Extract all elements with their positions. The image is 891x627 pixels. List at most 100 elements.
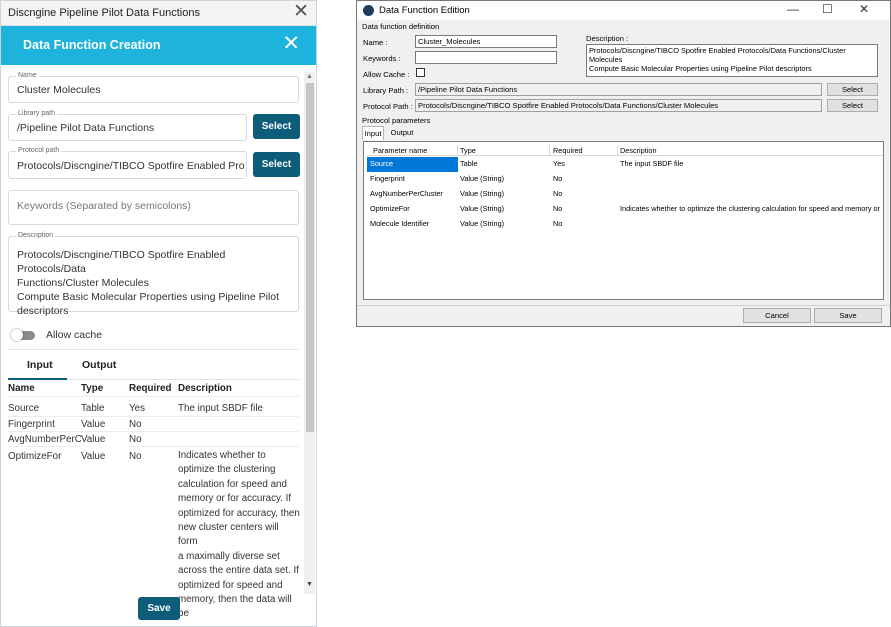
description-line: Protocols/Discngine/TIBCO Spotfire Enabl… — [17, 249, 226, 275]
minimize-icon[interactable]: — — [787, 2, 799, 16]
cell-required: No — [129, 451, 142, 462]
grid-row[interactable]: Fingerprint Value (String) No — [367, 172, 883, 187]
grid-row[interactable]: Source Table Yes The input SBDF file — [367, 157, 883, 172]
maximize-icon[interactable]: ☐ — [822, 2, 833, 16]
table-row[interactable]: Fingerprint Value No — [8, 417, 299, 432]
cell-name: OptimizeFor — [370, 204, 410, 213]
grid-row[interactable]: OptimizeFor Value (String) No Indicates … — [367, 202, 883, 217]
keywords-input[interactable] — [415, 51, 557, 64]
cell-required: No — [553, 189, 563, 198]
column-header: Required — [553, 146, 583, 155]
table-row[interactable]: OptimizeFor Value No Indicates whether t… — [8, 447, 300, 619]
panel-header-title: Data Function Creation — [23, 38, 161, 52]
name-input[interactable]: Cluster_Molecules — [415, 35, 557, 48]
column-header: Name — [8, 383, 35, 394]
name-field[interactable]: Name Cluster Molecules — [8, 71, 299, 103]
name-field-value: Cluster Molecules — [17, 84, 101, 96]
scroll-down-icon[interactable]: ▼ — [306, 581, 313, 588]
table-header-row: Name Type Required Description — [8, 381, 299, 397]
column-separator — [617, 145, 618, 156]
save-button[interactable]: Save — [138, 597, 180, 620]
cell-type: Value (String) — [460, 189, 505, 198]
protocol-path-field[interactable]: Protocol path Protocols/Discngine/TIBCO … — [8, 146, 247, 179]
description-line: optimized for accuracy, then — [178, 507, 300, 519]
dialog-titlebar: Data Function Edition — ☐ ✕ — [357, 1, 890, 20]
cell-required: No — [553, 219, 563, 228]
scroll-thumb[interactable] — [306, 83, 314, 432]
cell-name: OptimizeFor — [8, 451, 62, 462]
allow-cache-toggle[interactable] — [11, 329, 35, 341]
description-line: new cluster centers will form — [178, 522, 279, 548]
header-close-icon[interactable]: ✕ — [282, 33, 300, 55]
name-field-label: Name — [16, 71, 39, 81]
description-line: memory, then the data will be — [178, 594, 292, 620]
group-label: Data function definition — [362, 22, 440, 31]
column-separator — [549, 145, 550, 156]
cell-name: Source — [8, 403, 40, 414]
grid-row[interactable]: Molecule Identifier Value (String) No — [367, 217, 883, 232]
column-header: Type — [460, 146, 476, 155]
protocol-path-select-button[interactable]: Select — [253, 152, 300, 177]
close-icon[interactable]: ✕ — [293, 2, 309, 22]
library-path-label: Library path — [16, 109, 57, 119]
grid-row[interactable]: AvgNumberPerCluster Value (String) No — [367, 187, 883, 202]
column-header: Parameter name — [373, 146, 428, 155]
cell-type: Value — [81, 451, 106, 462]
keywords-field[interactable]: Keywords (Separated by semicolons) — [8, 190, 299, 225]
tab-output[interactable]: Output — [387, 126, 417, 140]
tab-input[interactable]: Input — [362, 126, 384, 140]
description-textarea[interactable]: Protocols/Discngine/TIBCO Spotfire Enabl… — [586, 44, 878, 77]
tab-divider — [67, 379, 299, 380]
library-path-select-button[interactable]: Select — [253, 114, 300, 139]
save-button[interactable]: Save — [814, 308, 882, 323]
cell-name: Fingerprint — [8, 419, 55, 430]
name-input-value: Cluster_Molecules — [418, 37, 481, 46]
description-label: Description — [16, 231, 56, 241]
table-row[interactable]: Source Table Yes The input SBDF file — [8, 401, 299, 417]
cell-required: No — [129, 434, 142, 445]
footer-divider — [357, 305, 890, 306]
description-line: calculation for speed and — [178, 478, 287, 490]
description-line: Protocols/Discngine/TIBCO Spotfire Enabl… — [589, 46, 846, 64]
close-icon[interactable]: ✕ — [859, 2, 869, 16]
tab-output[interactable]: Output — [82, 359, 116, 371]
cell-description: The input SBDF file — [178, 403, 263, 414]
cell-description: Indicates whether to optimize the cluste… — [620, 204, 882, 213]
library-path-input[interactable]: /Pipeline Pilot Data Functions — [415, 83, 822, 96]
grid-header-row: Parameter name Type Required Description — [367, 145, 883, 156]
cell-required: No — [553, 174, 563, 183]
tab-input[interactable]: Input — [27, 359, 53, 371]
cell-type: Table — [460, 159, 478, 168]
allow-cache-label: Allow cache — [46, 329, 103, 341]
description-line: memory or for accuracy. If — [178, 493, 292, 505]
column-header: Type — [81, 383, 104, 394]
allow-cache-checkbox[interactable] — [416, 68, 425, 77]
library-path-value: /Pipeline Pilot Data Functions — [17, 122, 155, 134]
library-path-select-button[interactable]: Select — [827, 83, 878, 96]
divider — [8, 349, 299, 350]
keywords-placeholder: Keywords (Separated by semicolons) — [17, 200, 191, 212]
description-line: Compute Basic Molecular Properties using… — [589, 64, 812, 73]
data-function-creation-panel: Discngine Pipeline Pilot Data Functions … — [0, 0, 317, 627]
cell-description: Indicates whether to optimize the cluste… — [178, 449, 300, 622]
scroll-up-icon[interactable]: ▲ — [306, 73, 313, 80]
description-line: across the entire data set. If — [178, 565, 299, 577]
cell-name: Molecule Identifier — [370, 219, 430, 228]
data-function-edition-dialog: Data Function Edition — ☐ ✕ Data functio… — [356, 0, 891, 327]
description-label: Description : — [586, 34, 629, 43]
column-separator — [457, 145, 458, 156]
toggle-knob — [11, 329, 23, 341]
cell-type: Value — [81, 432, 129, 447]
cell-type: Value (String) — [460, 219, 505, 228]
protocol-path-select-button[interactable]: Select — [827, 99, 878, 112]
library-path-field[interactable]: Library path /Pipeline Pilot Data Functi… — [8, 109, 247, 141]
protocol-path-input[interactable]: Protocols/Discngine/TIBCO Spotfire Enabl… — [415, 99, 822, 112]
description-field[interactable]: Description Protocols/Discngine/TIBCO Sp… — [8, 231, 299, 317]
table-row[interactable]: AvgNumberPerCluster Value No — [8, 432, 299, 447]
description-text: Protocols/Discngine/TIBCO Spotfire Enabl… — [589, 46, 877, 73]
description-line: Indicates whether to — [178, 450, 266, 461]
cell-type: Table — [81, 403, 105, 414]
column-header: Description — [620, 146, 657, 155]
protocol-path-label: Protocol Path : — [363, 102, 413, 111]
cancel-button[interactable]: Cancel — [743, 308, 811, 323]
